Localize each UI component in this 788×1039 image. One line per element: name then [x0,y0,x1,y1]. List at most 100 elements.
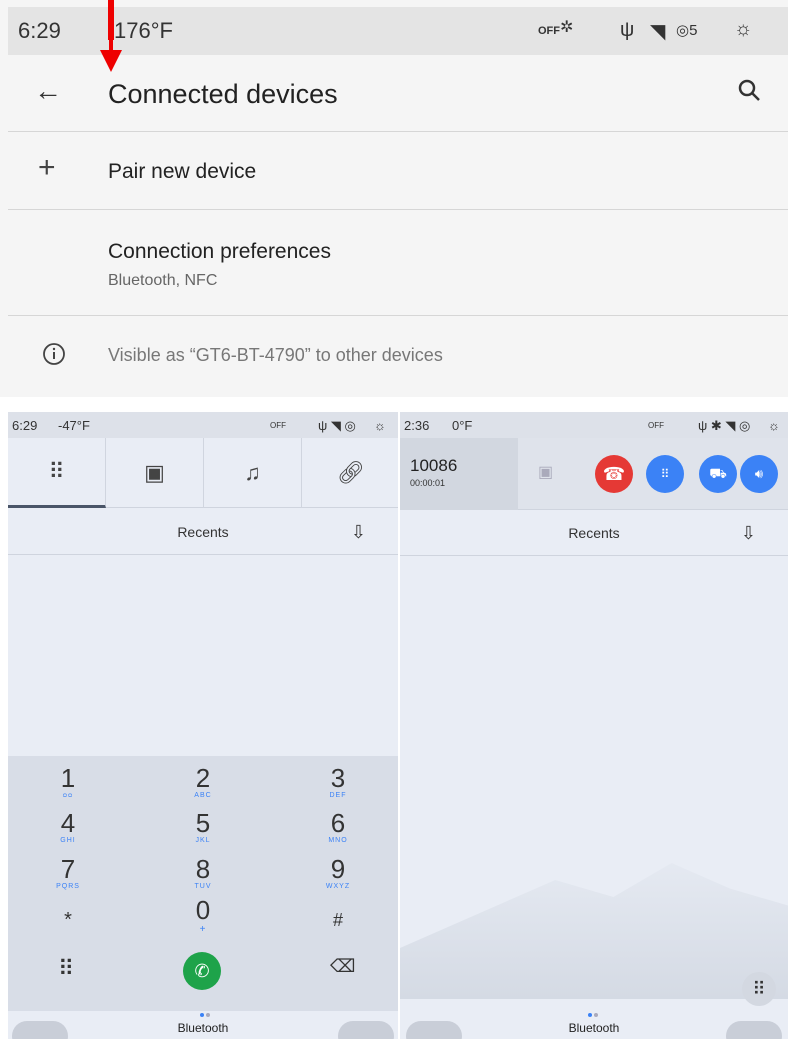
key-letters: MNO [328,837,348,844]
usb-icon: ψ [620,19,635,41]
home-button[interactable] [406,1021,462,1039]
status-temperature: 176°F [114,18,173,43]
in-call-panel: 2:36 0°F OFF ψ ✱ ◥ ◎ ☼ 10086 00:00:01 ▣ … [400,412,788,1039]
tab-link[interactable]: 🔗︎ [302,438,398,508]
panel-status-temp: -47°F [58,418,90,433]
home-button[interactable] [12,1021,68,1039]
contacts-icon: ▣ [144,460,165,485]
key-letters: JKL [195,837,211,844]
panel-usb-icon: ψ ✱ ◥ ◎ [698,418,751,433]
music-note-icon: ♫ [244,460,261,485]
info-icon [43,343,65,365]
key-3[interactable]: 3 DEF [278,764,398,799]
key-letters: TUV [194,883,212,890]
key-letters: DEF [329,792,347,799]
fan-icon: ✲ [560,19,574,36]
visibility-label: Visible as “GT6-BT-4790” to other device… [108,345,443,365]
key-digit: 8 [195,854,211,884]
key-digit: 1 [60,763,76,793]
brightness-icon: ☼ [734,18,753,40]
panel-status-bar: 2:36 0°F OFF ψ ✱ ◥ ◎ ☼ [400,412,788,438]
dialer-tabs: ⠿ ▣ ♫ 🔗︎ [8,438,398,508]
key-digit: 4 [60,808,76,838]
recents-header: Recents ⇩ [8,509,398,555]
panel-brightness-icon: ☼ [374,418,386,433]
key-digit: 3 [330,763,346,793]
key-letters: PQRS [56,883,80,890]
status-off-label: OFF [538,25,560,37]
phone-icon: ✆ [194,960,210,981]
bottom-bar: Bluetooth [400,1011,788,1039]
speaker-button[interactable]: 🔊︎ [740,455,778,493]
tab-dialpad[interactable]: ⠿ [8,438,106,508]
back-arrow-icon[interactable]: ← [34,75,62,107]
call-banner: 10086 00:00:01 ▣ ☎ ⠿ ⛟ 🔊︎ [400,438,788,510]
call-number: 10086 [410,456,458,475]
call-duration: 00:00:01 [410,478,446,488]
car-audio-button[interactable]: ⛟ [699,455,737,493]
pair-new-device-item[interactable]: + Pair new device [8,133,788,210]
page-indicator-active [200,1013,204,1017]
phone-dialer-panel: 6:29 -47°F OFF ψ ◥ ◎ ☼ ⠿ ▣ ♫ 🔗︎ Recents … [8,412,398,1039]
call-info[interactable]: 10086 00:00:01 [400,438,518,510]
page-indicator-active [588,1013,592,1017]
key-1[interactable]: 1 ᴑᴑ [8,764,128,799]
backspace-icon[interactable]: ⌫ [330,956,355,977]
key-digit: # [332,910,343,930]
plus-icon: + [38,151,56,184]
key-4[interactable]: 4 GHI [8,809,128,844]
panel-status-bar: 6:29 -47°F OFF ψ ◥ ◎ ☼ [8,412,398,438]
key-digit: 7 [60,854,76,884]
app-header: ← Connected devices [8,55,788,132]
download-icon[interactable]: ⇩ [351,509,366,555]
visibility-info-item: Visible as “GT6-BT-4790” to other device… [8,316,788,397]
recents-label: Recents [568,525,620,541]
search-icon[interactable] [736,77,762,103]
connection-preferences-item[interactable]: Connection preferences Bluetooth, NFC [8,210,788,316]
contacts-icon: ▣ [538,464,554,481]
annotation-arrow-icon [100,50,122,72]
annotation-line [108,0,114,40]
recents-label: Recents [177,524,229,540]
wifi-icon: ◥ [650,21,666,43]
dialpad-toggle-icon[interactable]: ⠿ [58,956,74,982]
call-button[interactable]: ✆ [183,952,221,990]
key-0[interactable]: 0 + [143,896,263,935]
key-star[interactable]: * [8,906,128,934]
car-icon: ⛟ [709,464,727,481]
tab-contacts[interactable]: ▣ [106,438,204,508]
tab-music[interactable]: ♫ [204,438,302,508]
end-call-button[interactable]: ☎ [595,455,633,493]
connection-preferences-subtitle: Bluetooth, NFC [108,272,218,289]
hang-up-icon: ☎ [602,463,626,484]
dialpad-toggle-icon[interactable]: ⠿ [742,972,776,1006]
mountain-background [400,863,788,999]
key-6[interactable]: 6 MNO [278,809,398,844]
panel-status-off: OFF [648,421,664,430]
key-letters: ᴑᴑ [62,792,74,799]
key-9[interactable]: 9 WXYZ [278,855,398,890]
key-7[interactable]: 7 PQRS [8,855,128,890]
apps-button[interactable] [338,1021,394,1039]
key-digit: * [64,909,72,931]
key-2[interactable]: 2 ABC [143,764,263,799]
key-8[interactable]: 8 TUV [143,855,263,890]
link-icon: 🔗︎ [337,460,365,485]
dialpad-icon: ⠿ [48,458,65,484]
bottom-bar: Bluetooth [8,1011,398,1039]
panel-status-time: 6:29 [12,418,38,433]
panel-status-time: 2:36 [404,418,430,433]
download-icon[interactable]: ⇩ [741,510,756,556]
key-hash[interactable]: # [278,906,398,934]
key-5[interactable]: 5 JKL [143,809,263,844]
pair-new-device-label: Pair new device [108,160,257,183]
page-indicator [206,1013,210,1017]
key-letters: WXYZ [325,883,351,890]
speaker-icon: 🔊︎ [754,466,764,481]
key-letters: + [199,924,207,935]
status-time: 6:29 [18,18,61,43]
status-bar: 6:29 176°F OFF ✲ ψ ◥ ◎5 ☼ [8,7,788,55]
key-digit: 6 [330,808,346,838]
apps-button[interactable] [726,1021,782,1039]
keypad-button[interactable]: ⠿ [646,455,684,493]
